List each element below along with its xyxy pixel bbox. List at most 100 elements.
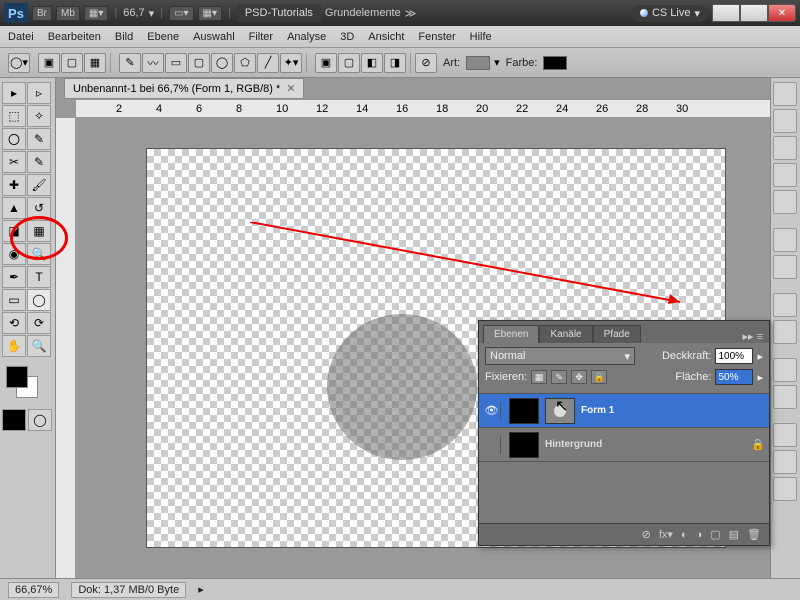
dock-paragraph-icon[interactable] <box>773 228 797 252</box>
stamp-tool[interactable]: ▲ <box>2 197 26 219</box>
fill-input[interactable] <box>715 369 753 385</box>
magic-wand-tool[interactable]: ✧ <box>27 105 51 127</box>
close-button[interactable]: ✕ <box>768 4 796 22</box>
style-swatch[interactable] <box>466 56 490 70</box>
combine-exclude-icon[interactable]: ◨ <box>384 53 406 73</box>
dock-masks-icon[interactable] <box>773 385 797 409</box>
minibridge-button[interactable]: Mb <box>56 6 80 21</box>
dock-adjustments-icon[interactable] <box>773 358 797 382</box>
type-tool[interactable]: T <box>27 266 51 288</box>
freeform-pen-icon[interactable]: 〰 <box>142 53 164 73</box>
menu-hilfe[interactable]: Hilfe <box>470 31 492 43</box>
dock-brush-icon[interactable] <box>773 136 797 160</box>
visibility-icon[interactable]: 👁 <box>483 402 501 420</box>
panel-menu-icon[interactable]: ▸▸ ≡ <box>736 330 769 343</box>
lasso-tool[interactable]: 〇 <box>2 128 26 150</box>
tab-ebenen[interactable]: Ebenen <box>483 325 539 343</box>
blend-mode-select[interactable]: Normal▾ <box>485 347 635 365</box>
quickmask-mode-icon[interactable]: ◯ <box>28 409 52 431</box>
dock-clone-icon[interactable] <box>773 163 797 187</box>
view-extras-button[interactable]: ▭▾ <box>169 6 193 21</box>
screen-mode-button[interactable]: ▦▾ <box>84 6 108 21</box>
dock-paths-icon[interactable] <box>773 477 797 501</box>
layer-mask-thumbnail[interactable] <box>545 398 575 424</box>
ellipse-shape-tool[interactable]: ◯ <box>27 289 51 311</box>
tool-preset-icon[interactable]: ◯▾ <box>8 53 30 73</box>
rounded-rect-icon[interactable]: ▢ <box>188 53 210 73</box>
color-swatches[interactable] <box>2 364 52 404</box>
maximize-button[interactable]: ☐ <box>740 4 768 22</box>
dock-mb-icon[interactable] <box>773 255 797 279</box>
visibility-icon[interactable] <box>483 436 501 454</box>
tab-pfade[interactable]: Pfade <box>593 325 641 343</box>
chevron-right-icon[interactable]: ▸ <box>757 350 763 363</box>
arrange-button[interactable]: ▦▾ <box>198 6 222 21</box>
cs-live-button[interactable]: CS Live▾ <box>632 5 708 22</box>
path-select-tool[interactable]: ▹ <box>27 82 51 104</box>
layer-name[interactable]: Form 1 <box>581 405 614 416</box>
standard-mode-icon[interactable]: ▣ <box>2 409 26 431</box>
custom-shape-icon[interactable]: ✦▾ <box>280 53 302 73</box>
menu-fenster[interactable]: Fenster <box>418 31 455 43</box>
dock-history-icon[interactable] <box>773 82 797 106</box>
new-layer-icon[interactable]: ▤ <box>729 528 739 541</box>
layer-row[interactable]: Hintergrund 🔒 <box>479 428 769 462</box>
combine-subtract-icon[interactable]: ▢ <box>338 53 360 73</box>
lock-all-icon[interactable]: 🔒 <box>591 370 607 384</box>
close-tab-icon[interactable]: ✕ <box>286 82 295 95</box>
move-tool[interactable]: ▸ <box>2 82 26 104</box>
brush-tool[interactable]: 🖌 <box>27 174 51 196</box>
dock-channels-icon[interactable] <box>773 450 797 474</box>
layer-name[interactable]: Hintergrund <box>545 439 602 450</box>
adjustment-layer-icon[interactable]: ◑ <box>696 529 703 541</box>
3d-orbit-tool[interactable]: ⟳ <box>27 312 51 334</box>
dock-actions-icon[interactable] <box>773 109 797 133</box>
workspace-name[interactable]: Grundelemente <box>325 7 401 19</box>
status-doc-info[interactable]: Dok: 1,37 MB/0 Byte <box>71 582 186 598</box>
ellipse-icon[interactable]: ◯ <box>211 53 233 73</box>
dock-swatches-icon[interactable] <box>773 293 797 317</box>
menu-bild[interactable]: Bild <box>115 31 133 43</box>
status-zoom[interactable]: 66,67% <box>8 582 59 598</box>
group-icon[interactable]: ▢ <box>710 528 720 541</box>
link-layers-icon[interactable]: ⊘ <box>642 528 651 541</box>
lock-pixels-icon[interactable]: ✎ <box>551 370 567 384</box>
menu-analyse[interactable]: Analyse <box>287 31 326 43</box>
menu-ebene[interactable]: Ebene <box>147 31 179 43</box>
link-icon[interactable]: ⊘ <box>415 53 437 73</box>
zoom-level[interactable]: 66,7 <box>123 7 144 19</box>
paths-icon[interactable]: ▢ <box>61 53 83 73</box>
ruler-vertical[interactable] <box>56 118 76 578</box>
rectangle-shape-tool[interactable]: ▭ <box>2 289 26 311</box>
layer-thumbnail[interactable] <box>509 432 539 458</box>
rectangle-icon[interactable]: ▭ <box>165 53 187 73</box>
menu-datei[interactable]: Datei <box>8 31 34 43</box>
zoom-tool[interactable]: 🔍 <box>27 335 51 357</box>
menu-auswahl[interactable]: Auswahl <box>193 31 235 43</box>
menu-filter[interactable]: Filter <box>249 31 273 43</box>
line-icon[interactable]: ╱ <box>257 53 279 73</box>
opacity-input[interactable] <box>715 348 753 364</box>
color-swatch[interactable] <box>543 56 567 70</box>
minimize-button[interactable]: ─ <box>712 4 740 22</box>
ellipse-shape[interactable] <box>327 314 477 460</box>
fill-pixels-icon[interactable]: ▦ <box>84 53 106 73</box>
foreground-color[interactable] <box>6 366 28 388</box>
ruler-horizontal[interactable]: 24681012141618202224262830 <box>76 100 770 118</box>
workspace-tab[interactable]: PSD-Tutorials <box>237 4 321 22</box>
document-tab[interactable]: Unbenannt-1 bei 66,7% (Form 1, RGB/8) *✕ <box>64 78 304 99</box>
dodge-tool[interactable]: 🔍 <box>27 243 51 265</box>
eraser-tool[interactable]: ◪ <box>2 220 26 242</box>
menu-bearbeiten[interactable]: Bearbeiten <box>48 31 101 43</box>
hand-tool[interactable]: ✋ <box>2 335 26 357</box>
crop-tool[interactable]: ✂ <box>2 151 26 173</box>
layer-style-icon[interactable]: fx▾ <box>659 528 673 541</box>
3d-rotate-tool[interactable]: ⟲ <box>2 312 26 334</box>
chevron-right-icon[interactable]: ▸ <box>757 371 763 384</box>
bridge-button[interactable]: Br <box>32 6 52 21</box>
healing-tool[interactable]: ✚ <box>2 174 26 196</box>
lock-position-icon[interactable]: ✥ <box>571 370 587 384</box>
menu-ansicht[interactable]: Ansicht <box>368 31 404 43</box>
history-brush-tool[interactable]: ↺ <box>27 197 51 219</box>
pen-tool[interactable]: ✒ <box>2 266 26 288</box>
